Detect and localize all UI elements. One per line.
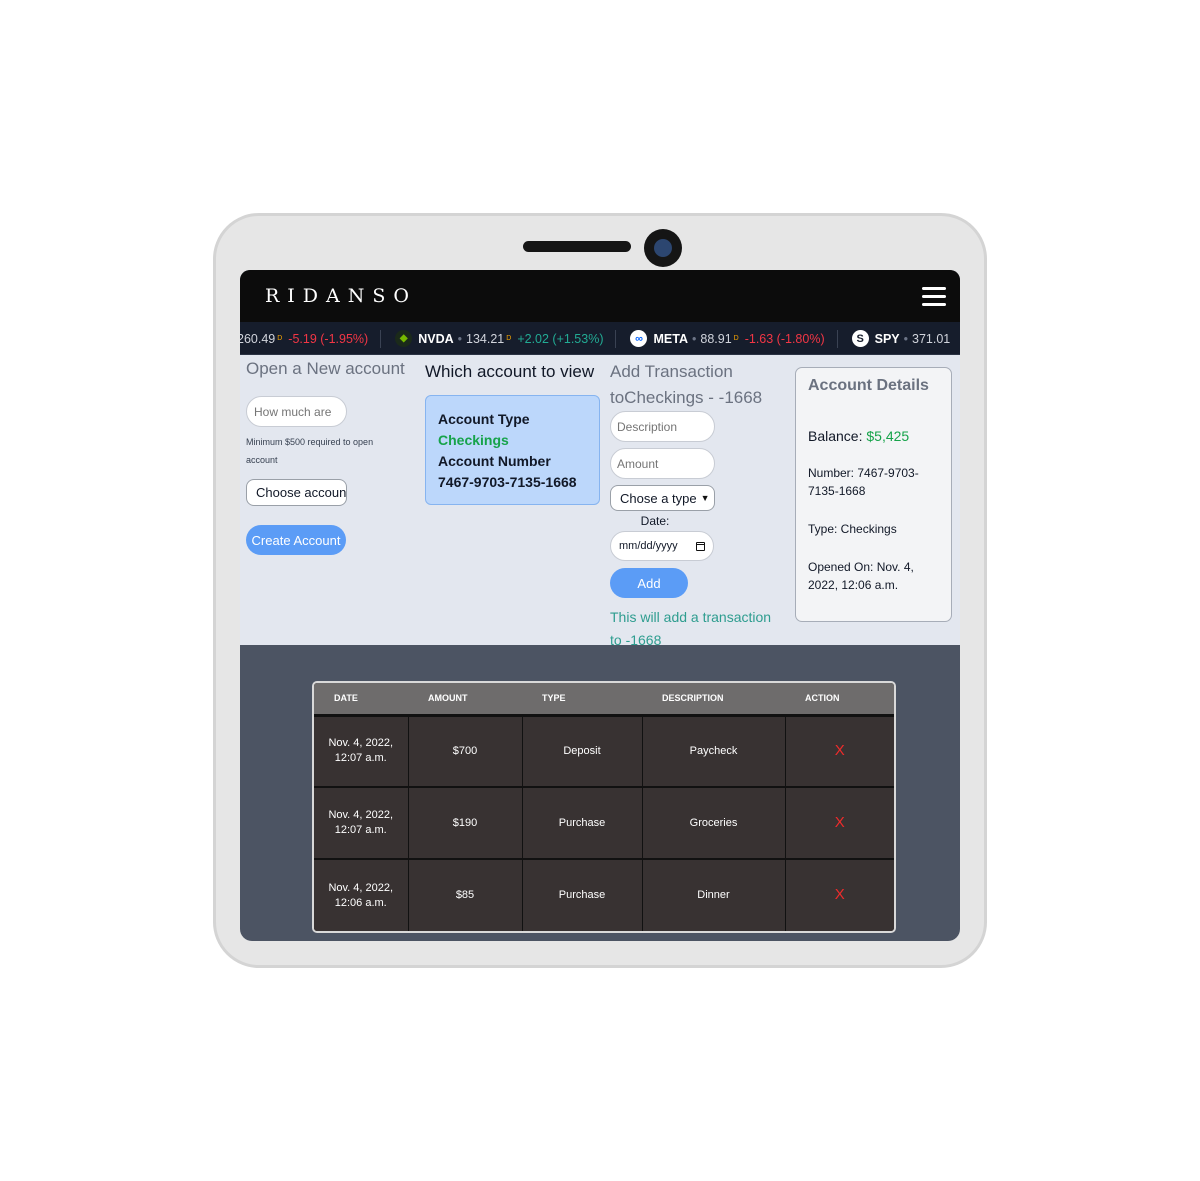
open-account-form: Open a New account Minimum $500 required… — [246, 359, 416, 555]
stock-ticker: 260.49 D -5.19 (-1.95%) ◆ NVDA • 134.21 D +… — [240, 322, 960, 355]
minimum-deposit-hint: Minimum $500 required to open account — [246, 437, 374, 465]
create-account-button[interactable]: Create Account — [246, 525, 346, 555]
ticker-change: -5.19 (-1.95%) — [288, 331, 369, 346]
add-transaction-form: Add Transaction toCheckings - -1668 Chos… — [610, 359, 785, 652]
ticker-item-meta[interactable]: ∞ META • 88.91 D -1.63 (-1.80%) — [630, 329, 838, 348]
transactions-table: DATE AMOUNT TYPE DESCRIPTION ACTION Nov.… — [312, 681, 896, 933]
table-row: Nov. 4, 2022, 12:06 a.m. $85 Purchase Di… — [314, 859, 894, 931]
navbar: RIDANSO — [240, 270, 960, 322]
cell-type: Purchase — [522, 859, 643, 931]
column-header-action: ACTION — [785, 683, 894, 717]
ticker-item-spy[interactable]: S SPY • 371.01 — [851, 330, 960, 348]
ticker-item[interactable]: 260.49 D -5.19 (-1.95%) — [240, 329, 382, 348]
date-label: Date: — [640, 514, 670, 528]
cell-date: Nov. 4, 2022, 12:07 a.m. — [314, 787, 409, 860]
column-header-description: DESCRIPTION — [642, 683, 785, 717]
account-type-select[interactable]: Choose account ▼ — [246, 479, 347, 506]
account-details-title: Account Details — [808, 377, 929, 394]
cell-description: Paycheck — [642, 715, 786, 788]
cell-action: X — [785, 787, 894, 860]
app-screen: RIDANSO 260.49 D -5.19 (-1.95%) ◆ NVDA • 1… — [240, 270, 960, 941]
add-transaction-title: Add Transaction toCheckings - -1668 — [610, 362, 763, 407]
cell-date: Nov. 4, 2022, 12:06 a.m. — [314, 859, 409, 931]
nvidia-logo-icon: ◆ — [395, 330, 413, 347]
table-header: DATE AMOUNT TYPE DESCRIPTION ACTION — [314, 683, 894, 717]
chevron-down-icon: ▼ — [700, 493, 710, 503]
delete-icon[interactable]: X — [835, 814, 845, 831]
column-header-type: TYPE — [522, 683, 642, 717]
view-account-section: Which account to view Account Type Check… — [425, 359, 600, 505]
opened-date-detail: Opened On: Nov. 4, 2022, 12:06 a.m. — [808, 560, 914, 592]
ticker-change: +2.02 (+1.53%) — [517, 331, 604, 346]
delete-icon[interactable]: X — [835, 742, 845, 759]
cell-date: Nov. 4, 2022, 12:07 a.m. — [314, 715, 409, 788]
column-header-amount: AMOUNT — [408, 683, 522, 717]
view-account-title: Which account to view — [425, 362, 595, 381]
balance: Balance: $5,425 — [808, 428, 910, 444]
account-card[interactable]: Account Type Checkings Account Number 74… — [425, 395, 600, 505]
column-header-date: DATE — [314, 683, 408, 717]
transaction-type-select[interactable]: Chose a type ▼ — [610, 485, 715, 511]
account-type-detail: Type: Checkings — [808, 522, 897, 536]
brand-logo[interactable]: RIDANSO — [265, 285, 417, 307]
amount-input[interactable] — [610, 448, 715, 479]
account-number-detail: Number: 7467-9703-7135-1668 — [808, 466, 919, 498]
spy-logo-icon: S — [851, 330, 869, 347]
account-type-label: Account Type — [438, 411, 530, 427]
balance-value: $5,425 — [866, 428, 910, 444]
cell-action: X — [785, 715, 894, 788]
ticker-change: -1.63 (-1.80%) — [744, 331, 825, 346]
account-panels: Open a New account Minimum $500 required… — [240, 355, 960, 648]
cell-description: Groceries — [642, 787, 786, 860]
account-type-value: Checkings — [438, 432, 509, 448]
transaction-note: This will add a transaction to -1668 — [610, 609, 772, 648]
date-input[interactable]: mm/dd/yyyy — [610, 531, 714, 561]
calendar-icon[interactable] — [696, 541, 705, 551]
speaker-grille — [523, 241, 631, 252]
account-number: Account Number 7467-9703-7135-1668 — [438, 453, 577, 490]
table-row: Nov. 4, 2022, 12:07 a.m. $700 Deposit Pa… — [314, 715, 894, 788]
open-account-title: Open a New account — [246, 359, 405, 378]
delete-icon[interactable]: X — [835, 886, 845, 903]
cell-description: Dinner — [642, 859, 786, 931]
cell-amount: $700 — [408, 715, 523, 788]
ticker-item-nvda[interactable]: ◆ NVDA • 134.21 D +2.02 (+1.53%) — [395, 329, 617, 348]
hamburger-icon[interactable] — [922, 283, 946, 310]
add-transaction-button[interactable]: Add — [610, 568, 688, 598]
cell-type: Purchase — [522, 787, 643, 860]
cell-type: Deposit — [522, 715, 643, 788]
camera-icon — [644, 229, 682, 267]
cell-amount: $190 — [408, 787, 523, 860]
meta-logo-icon: ∞ — [630, 330, 648, 347]
table-row: Nov. 4, 2022, 12:07 a.m. $190 Purchase G… — [314, 787, 894, 860]
cell-amount: $85 — [408, 859, 523, 931]
description-input[interactable] — [610, 411, 715, 442]
account-details-card: Account Details Balance: $5,425 Number: … — [795, 367, 952, 622]
initial-amount-input[interactable] — [246, 396, 347, 427]
cell-action: X — [785, 859, 894, 931]
